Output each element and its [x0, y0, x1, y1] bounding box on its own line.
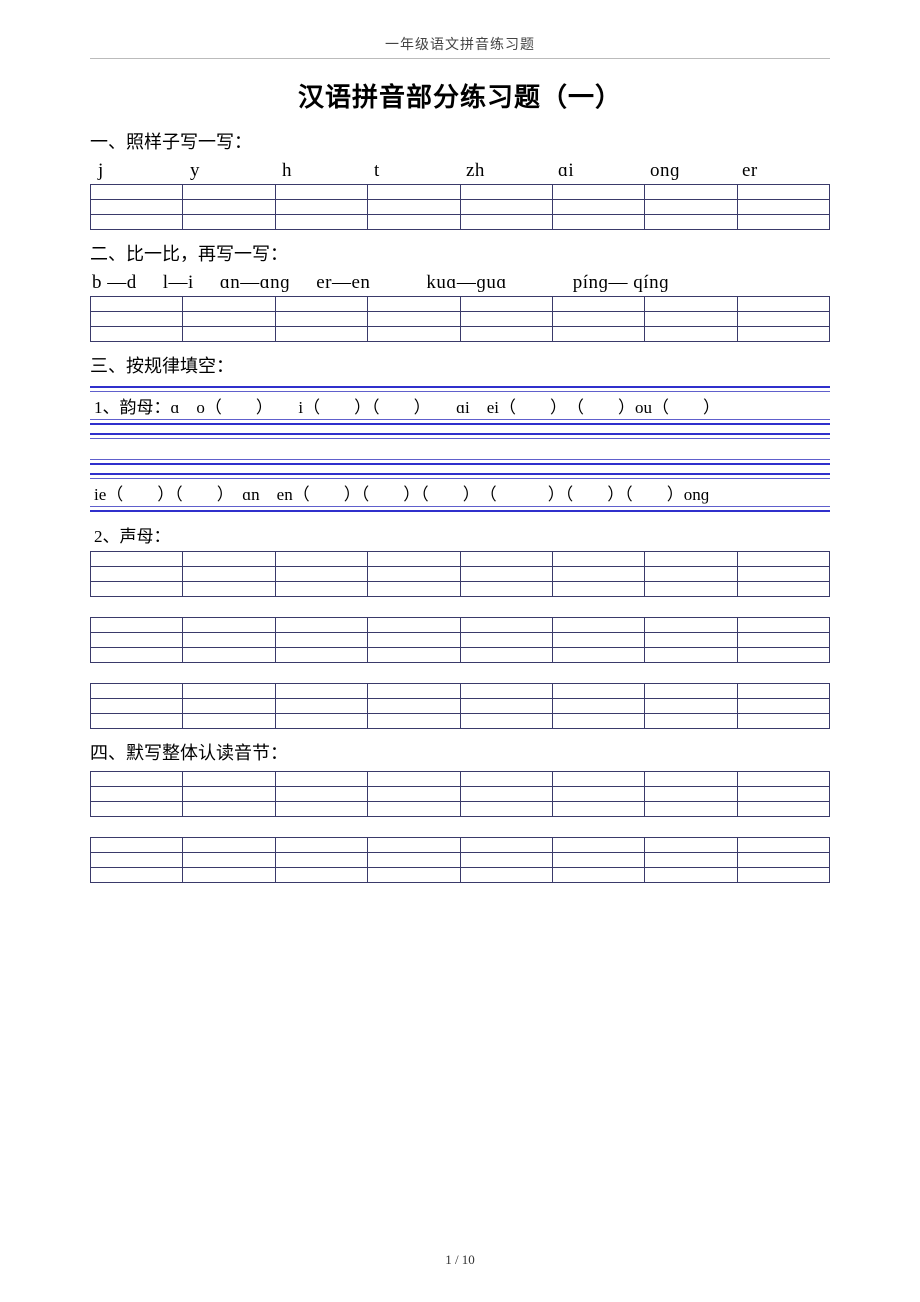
- writing-grid: [90, 551, 830, 597]
- page-title: 汉语拼音部分练习题（一）: [90, 77, 830, 114]
- pinyin-item: ɑi: [552, 160, 644, 182]
- pinyin-pair: kuɑ—ɡuɑ: [426, 272, 506, 294]
- writing-grid: [90, 683, 830, 729]
- pinyin-pair: b —d: [92, 272, 137, 294]
- pinyin-item: h: [276, 160, 368, 182]
- pinyin-item: j: [92, 160, 184, 182]
- fill-blank-line: ie（ ）（ ） ɑn en（ ）（ ）（ ） （ ）（ ）（ ）onɡ: [90, 478, 830, 507]
- section-4-heading: 四、默写整体认读音节：: [90, 739, 830, 765]
- writing-grid: [90, 296, 830, 342]
- section-2-heading: 二、比一比，再写一写：: [90, 240, 830, 266]
- ruled-line: ie（ ）（ ） ɑn en（ ）（ ）（ ） （ ）（ ）（ ）onɡ: [90, 473, 830, 512]
- running-header: 一年级语文拼音练习题: [90, 34, 830, 59]
- writing-grid: [90, 184, 830, 230]
- pinyin-item: er: [736, 160, 828, 182]
- pinyin-item: onɡ: [644, 160, 736, 182]
- page-number: 1 / 10: [0, 1252, 920, 1268]
- section-3-sub-heading: 2、声母：: [94, 522, 830, 547]
- section-2-items: b —d l—i ɑn—ɑnɡ er—en kuɑ—ɡuɑ pínɡ— qínɡ: [92, 272, 828, 294]
- section-1-items: j y h t zh ɑi onɡ er: [92, 160, 828, 182]
- pinyin-pair: er—en: [316, 272, 370, 294]
- pinyin-item: t: [368, 160, 460, 182]
- writing-grid: [90, 617, 830, 663]
- pinyin-item: zh: [460, 160, 552, 182]
- section-3-heading: 三、按规律填空：: [90, 352, 830, 378]
- writing-grid: [90, 837, 830, 883]
- ruled-line-empty: [90, 433, 830, 465]
- writing-grid: [90, 771, 830, 817]
- ruled-line: 1、韵母：ɑ o（ ） i（ ）（ ） ɑi ei（ ） （ ）ou（ ）: [90, 386, 830, 425]
- pinyin-item: y: [184, 160, 276, 182]
- fill-blank-line: 1、韵母：ɑ o（ ） i（ ）（ ） ɑi ei（ ） （ ）ou（ ）: [90, 391, 830, 420]
- pinyin-pair: pínɡ— qínɡ: [573, 272, 669, 294]
- page: 一年级语文拼音练习题 汉语拼音部分练习题（一） 一、照样子写一写： j y h …: [0, 0, 920, 1302]
- section-1-heading: 一、照样子写一写：: [90, 128, 830, 154]
- pinyin-pair: ɑn—ɑnɡ: [220, 272, 290, 294]
- pinyin-pair: l—i: [163, 272, 194, 294]
